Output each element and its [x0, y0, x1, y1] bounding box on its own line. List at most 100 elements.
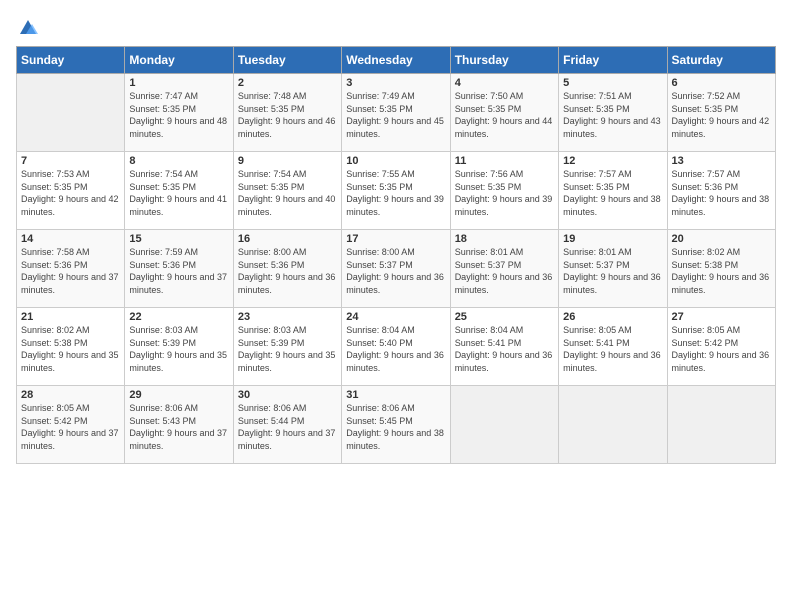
calendar-cell: 17Sunrise: 8:00 AMSunset: 5:37 PMDayligh… [342, 230, 450, 308]
weekday-header: Wednesday [342, 47, 450, 74]
day-number: 6 [672, 77, 771, 89]
day-number: 11 [455, 155, 554, 167]
logo [16, 16, 38, 36]
calendar-cell: 26Sunrise: 8:05 AMSunset: 5:41 PMDayligh… [559, 308, 667, 386]
day-info: Sunrise: 8:06 AMSunset: 5:45 PMDaylight:… [346, 402, 445, 452]
day-number: 29 [129, 389, 228, 401]
day-info: Sunrise: 7:47 AMSunset: 5:35 PMDaylight:… [129, 90, 228, 140]
calendar-cell [559, 386, 667, 464]
day-info: Sunrise: 8:06 AMSunset: 5:44 PMDaylight:… [238, 402, 337, 452]
day-info: Sunrise: 7:59 AMSunset: 5:36 PMDaylight:… [129, 246, 228, 296]
calendar-cell: 14Sunrise: 7:58 AMSunset: 5:36 PMDayligh… [17, 230, 125, 308]
day-info: Sunrise: 8:04 AMSunset: 5:41 PMDaylight:… [455, 324, 554, 374]
calendar-cell: 6Sunrise: 7:52 AMSunset: 5:35 PMDaylight… [667, 74, 775, 152]
day-info: Sunrise: 8:02 AMSunset: 5:38 PMDaylight:… [21, 324, 120, 374]
day-info: Sunrise: 7:50 AMSunset: 5:35 PMDaylight:… [455, 90, 554, 140]
weekday-header: Sunday [17, 47, 125, 74]
day-info: Sunrise: 7:54 AMSunset: 5:35 PMDaylight:… [129, 168, 228, 218]
day-info: Sunrise: 8:01 AMSunset: 5:37 PMDaylight:… [563, 246, 662, 296]
day-number: 27 [672, 311, 771, 323]
calendar-cell: 18Sunrise: 8:01 AMSunset: 5:37 PMDayligh… [450, 230, 558, 308]
day-number: 16 [238, 233, 337, 245]
calendar-cell [450, 386, 558, 464]
day-info: Sunrise: 7:55 AMSunset: 5:35 PMDaylight:… [346, 168, 445, 218]
day-info: Sunrise: 8:03 AMSunset: 5:39 PMDaylight:… [129, 324, 228, 374]
day-number: 24 [346, 311, 445, 323]
day-info: Sunrise: 7:52 AMSunset: 5:35 PMDaylight:… [672, 90, 771, 140]
calendar-cell: 28Sunrise: 8:05 AMSunset: 5:42 PMDayligh… [17, 386, 125, 464]
day-info: Sunrise: 7:56 AMSunset: 5:35 PMDaylight:… [455, 168, 554, 218]
day-number: 8 [129, 155, 228, 167]
calendar-cell: 4Sunrise: 7:50 AMSunset: 5:35 PMDaylight… [450, 74, 558, 152]
calendar-cell: 8Sunrise: 7:54 AMSunset: 5:35 PMDaylight… [125, 152, 233, 230]
day-number: 15 [129, 233, 228, 245]
logo-icon [18, 16, 38, 36]
day-number: 5 [563, 77, 662, 89]
day-number: 17 [346, 233, 445, 245]
day-info: Sunrise: 8:02 AMSunset: 5:38 PMDaylight:… [672, 246, 771, 296]
calendar-cell: 7Sunrise: 7:53 AMSunset: 5:35 PMDaylight… [17, 152, 125, 230]
day-info: Sunrise: 7:49 AMSunset: 5:35 PMDaylight:… [346, 90, 445, 140]
weekday-header: Thursday [450, 47, 558, 74]
day-info: Sunrise: 7:58 AMSunset: 5:36 PMDaylight:… [21, 246, 120, 296]
calendar-cell: 22Sunrise: 8:03 AMSunset: 5:39 PMDayligh… [125, 308, 233, 386]
day-number: 3 [346, 77, 445, 89]
day-number: 22 [129, 311, 228, 323]
calendar-cell: 2Sunrise: 7:48 AMSunset: 5:35 PMDaylight… [233, 74, 341, 152]
calendar-cell: 31Sunrise: 8:06 AMSunset: 5:45 PMDayligh… [342, 386, 450, 464]
calendar-cell: 16Sunrise: 8:00 AMSunset: 5:36 PMDayligh… [233, 230, 341, 308]
calendar-week-row: 7Sunrise: 7:53 AMSunset: 5:35 PMDaylight… [17, 152, 776, 230]
calendar-cell: 29Sunrise: 8:06 AMSunset: 5:43 PMDayligh… [125, 386, 233, 464]
day-number: 31 [346, 389, 445, 401]
day-info: Sunrise: 8:06 AMSunset: 5:43 PMDaylight:… [129, 402, 228, 452]
calendar-week-row: 21Sunrise: 8:02 AMSunset: 5:38 PMDayligh… [17, 308, 776, 386]
day-info: Sunrise: 8:05 AMSunset: 5:42 PMDaylight:… [21, 402, 120, 452]
day-number: 7 [21, 155, 120, 167]
day-number: 20 [672, 233, 771, 245]
day-number: 26 [563, 311, 662, 323]
calendar-cell: 3Sunrise: 7:49 AMSunset: 5:35 PMDaylight… [342, 74, 450, 152]
calendar-cell: 15Sunrise: 7:59 AMSunset: 5:36 PMDayligh… [125, 230, 233, 308]
day-info: Sunrise: 8:03 AMSunset: 5:39 PMDaylight:… [238, 324, 337, 374]
calendar-cell: 24Sunrise: 8:04 AMSunset: 5:40 PMDayligh… [342, 308, 450, 386]
day-info: Sunrise: 8:05 AMSunset: 5:42 PMDaylight:… [672, 324, 771, 374]
calendar-cell: 10Sunrise: 7:55 AMSunset: 5:35 PMDayligh… [342, 152, 450, 230]
calendar-cell: 13Sunrise: 7:57 AMSunset: 5:36 PMDayligh… [667, 152, 775, 230]
day-info: Sunrise: 7:48 AMSunset: 5:35 PMDaylight:… [238, 90, 337, 140]
day-number: 2 [238, 77, 337, 89]
calendar-cell: 5Sunrise: 7:51 AMSunset: 5:35 PMDaylight… [559, 74, 667, 152]
header-row: SundayMondayTuesdayWednesdayThursdayFrid… [17, 47, 776, 74]
calendar-cell [667, 386, 775, 464]
weekday-header: Monday [125, 47, 233, 74]
calendar-cell: 11Sunrise: 7:56 AMSunset: 5:35 PMDayligh… [450, 152, 558, 230]
calendar-table: SundayMondayTuesdayWednesdayThursdayFrid… [16, 46, 776, 464]
calendar-cell: 27Sunrise: 8:05 AMSunset: 5:42 PMDayligh… [667, 308, 775, 386]
day-info: Sunrise: 8:05 AMSunset: 5:41 PMDaylight:… [563, 324, 662, 374]
day-number: 19 [563, 233, 662, 245]
day-number: 10 [346, 155, 445, 167]
day-number: 28 [21, 389, 120, 401]
day-info: Sunrise: 7:53 AMSunset: 5:35 PMDaylight:… [21, 168, 120, 218]
weekday-header: Friday [559, 47, 667, 74]
calendar-cell: 1Sunrise: 7:47 AMSunset: 5:35 PMDaylight… [125, 74, 233, 152]
calendar-cell: 21Sunrise: 8:02 AMSunset: 5:38 PMDayligh… [17, 308, 125, 386]
day-info: Sunrise: 8:00 AMSunset: 5:36 PMDaylight:… [238, 246, 337, 296]
day-info: Sunrise: 8:00 AMSunset: 5:37 PMDaylight:… [346, 246, 445, 296]
day-number: 21 [21, 311, 120, 323]
day-number: 25 [455, 311, 554, 323]
calendar-cell: 12Sunrise: 7:57 AMSunset: 5:35 PMDayligh… [559, 152, 667, 230]
day-number: 18 [455, 233, 554, 245]
day-number: 9 [238, 155, 337, 167]
day-number: 13 [672, 155, 771, 167]
day-number: 12 [563, 155, 662, 167]
day-info: Sunrise: 8:04 AMSunset: 5:40 PMDaylight:… [346, 324, 445, 374]
day-number: 1 [129, 77, 228, 89]
day-info: Sunrise: 7:57 AMSunset: 5:35 PMDaylight:… [563, 168, 662, 218]
weekday-header: Saturday [667, 47, 775, 74]
header [16, 16, 776, 36]
calendar-cell: 9Sunrise: 7:54 AMSunset: 5:35 PMDaylight… [233, 152, 341, 230]
calendar-cell: 20Sunrise: 8:02 AMSunset: 5:38 PMDayligh… [667, 230, 775, 308]
calendar-week-row: 14Sunrise: 7:58 AMSunset: 5:36 PMDayligh… [17, 230, 776, 308]
day-info: Sunrise: 7:51 AMSunset: 5:35 PMDaylight:… [563, 90, 662, 140]
calendar-week-row: 28Sunrise: 8:05 AMSunset: 5:42 PMDayligh… [17, 386, 776, 464]
